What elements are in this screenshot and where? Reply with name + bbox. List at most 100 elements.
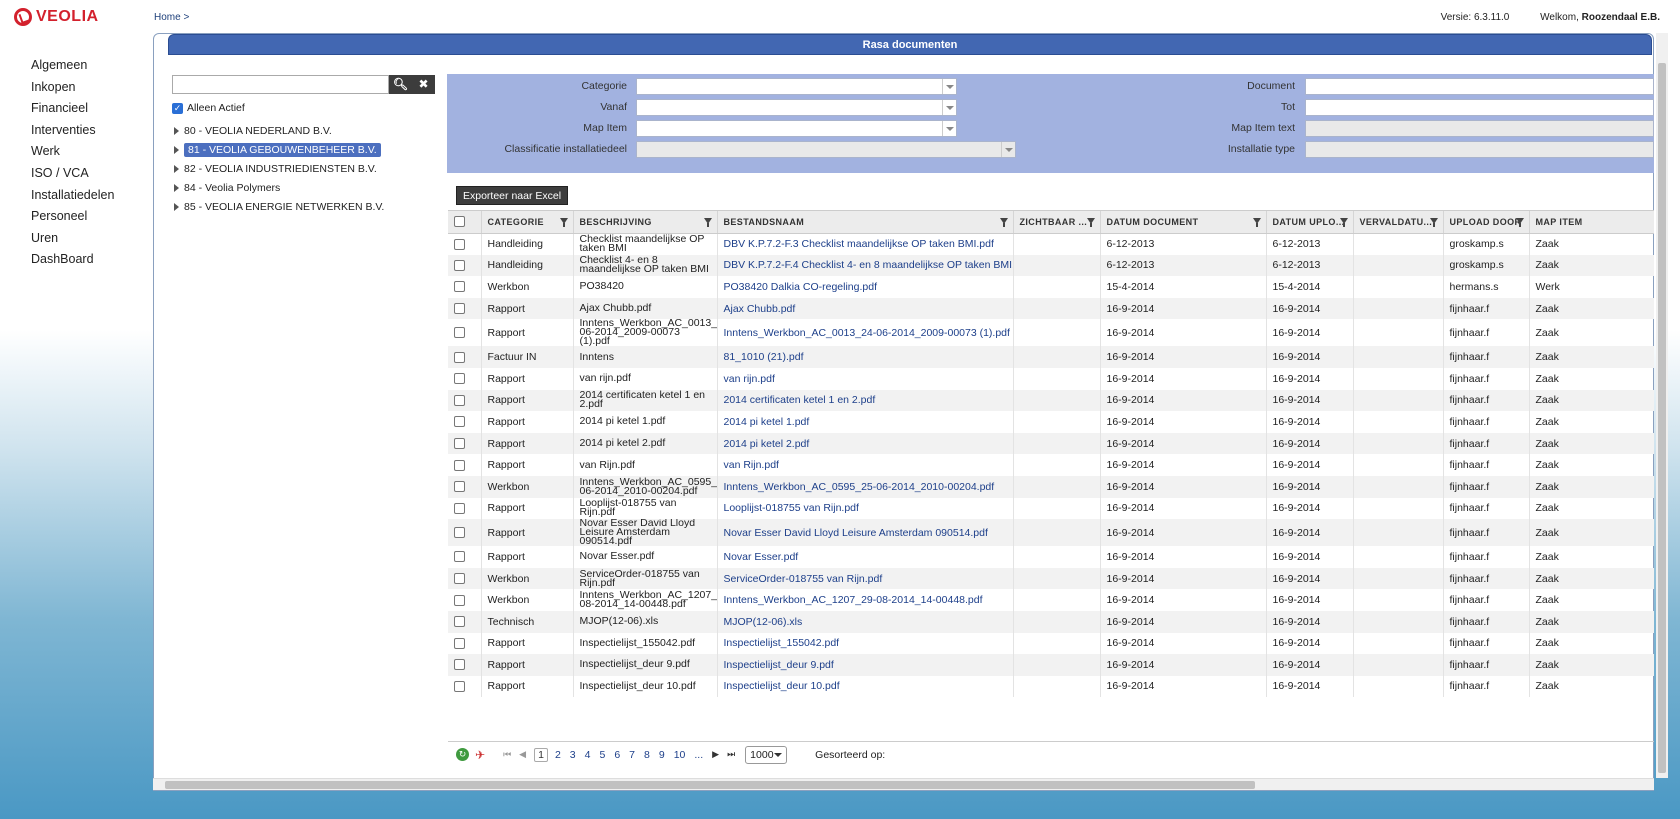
row-select-cell[interactable] [448,632,482,655]
row-checkbox[interactable] [454,416,465,428]
filter-icon[interactable] [559,218,568,227]
table-cell[interactable]: Ajax Chubb.pdf [717,297,1014,320]
row-checkbox[interactable] [454,438,465,450]
row-select-cell[interactable] [448,610,482,633]
chevron-down-icon[interactable] [942,79,956,94]
row-select-cell[interactable] [448,254,482,277]
row-checkbox[interactable] [454,616,465,628]
tree-item-label[interactable]: 80 - VEOLIA NEDERLAND B.V. [184,125,332,137]
horizontal-scrollbar[interactable] [153,778,1654,790]
table-row[interactable]: Werkbon ServiceOrder-018755 van Rijn.pdf S… [448,567,1654,590]
table-cell[interactable]: van rijn.pdf [717,367,1014,390]
col-header-vervaldatum[interactable]: VERVALDATU... [1353,211,1444,234]
filter-icon[interactable] [703,218,712,227]
table-cell[interactable]: DBV K.P.7.2-F.4 Checklist 4- en 8 maande… [717,254,1014,277]
page-link[interactable]: 8 [644,749,650,761]
table-cell[interactable]: Inspectielijst_155042.pdf [717,632,1014,655]
tree-item-label[interactable]: 82 - VEOLIA INDUSTRIEDIENSTEN B.V. [184,163,377,175]
row-select-cell[interactable] [448,297,482,320]
table-cell[interactable]: MJOP(12-06).xls [717,610,1014,633]
table-cell[interactable]: 2014 pi ketel 1.pdf [717,411,1014,433]
last-page-icon[interactable]: ⏭ [727,749,735,760]
row-checkbox[interactable] [454,459,465,471]
first-page-icon[interactable]: ⏮ [503,749,511,760]
tree-item[interactable]: 85 - VEOLIA ENERGIE NETWERKEN B.V. [174,197,384,216]
col-header-upload-door[interactable]: UPLOAD DOOR [1443,211,1530,234]
row-checkbox[interactable] [454,394,465,406]
tot-date-input[interactable] [1305,99,1654,116]
page-link[interactable]: 5 [599,749,605,761]
table-cell[interactable]: Inntens_Werkbon_AC_0595_25-06-2014_2010-… [717,475,1014,498]
col-header-datum-upload[interactable]: DATUM UPLO... [1266,211,1354,234]
table-row[interactable]: Werkbon Inntens_Werkbon_AC_1207_29-08-201… [448,589,1654,611]
nav-item-iso-vca[interactable]: ISO / VCA [31,163,114,185]
row-checkbox[interactable] [454,637,465,649]
scrollbar-thumb[interactable] [165,781,1255,789]
table-cell[interactable]: ServiceOrder-018755 van Rijn.pdf [717,567,1014,590]
row-select-cell[interactable] [448,276,482,298]
row-checkbox[interactable] [454,594,465,606]
nav-item-financieel[interactable]: Financieel [31,98,114,120]
page-link[interactable]: 10 [674,749,686,761]
expand-arrow-icon[interactable] [174,145,179,154]
select-all-checkbox[interactable] [454,216,465,228]
row-checkbox[interactable] [454,327,465,339]
tree-item[interactable]: 84 - Veolia Polymers [174,178,384,197]
document-input[interactable] [1305,78,1654,95]
row-checkbox[interactable] [454,573,465,585]
filter-icon[interactable] [1339,218,1348,227]
clear-filter-icon[interactable]: ✈ [475,748,485,762]
tree-item[interactable]: 82 - VEOLIA INDUSTRIEDIENSTEN B.V. [174,159,384,178]
nav-item-interventies[interactable]: Interventies [31,120,114,142]
row-checkbox[interactable] [454,373,465,385]
categorie-select[interactable] [636,78,957,95]
active-only-checkbox[interactable]: ✓ Alleen Actief [172,102,245,114]
table-cell[interactable]: Novar Esser.pdf [717,546,1014,568]
table-row[interactable]: Rapport Inspectielijst_155042.pdf Inspecti… [448,632,1654,655]
tree-item-label[interactable]: 84 - Veolia Polymers [184,182,280,194]
table-cell[interactable]: PO38420 Dalkia CO-regeling.pdf [717,276,1014,298]
table-row[interactable]: Rapport 2014 pi ketel 2.pdf 2014 pi ketel … [448,432,1654,455]
row-checkbox[interactable] [454,281,465,293]
table-row[interactable]: Rapport Looplijst-018755 van Rijn.pdf Loop… [448,497,1654,520]
table-cell[interactable]: 81_1010 (21).pdf [717,346,1014,368]
table-cell[interactable]: 2014 pi ketel 2.pdf [717,432,1014,455]
table-cell[interactable]: Inntens_Werkbon_AC_0013_24-06-2014_2009-… [717,319,1014,347]
nav-item-inkopen[interactable]: Inkopen [31,77,114,99]
nav-item-algemeen[interactable]: Algemeen [31,55,114,77]
tree-item-label[interactable]: 81 - VEOLIA GEBOUWENBEHEER B.V. [184,142,381,157]
col-header-map-item[interactable]: MAP ITEM [1529,211,1654,234]
row-select-cell[interactable] [448,367,482,390]
row-select-cell[interactable] [448,497,482,520]
row-select-cell[interactable] [448,389,482,412]
page-link[interactable]: 3 [570,749,576,761]
table-cell[interactable]: Looplijst-018755 van Rijn.pdf [717,497,1014,520]
page-link[interactable]: 4 [585,749,591,761]
row-select-cell[interactable] [448,675,482,698]
refresh-icon[interactable]: ↻ [456,748,469,761]
row-select-cell[interactable] [448,519,482,547]
nav-item-uren[interactable]: Uren [31,228,114,250]
close-icon[interactable]: ✖ [412,75,435,94]
row-select-cell[interactable] [448,346,482,368]
col-header-zichtbaar[interactable]: ZICHTBAAR ... [1013,211,1101,234]
row-select-cell[interactable] [448,654,482,676]
export-excel-button[interactable]: Exporteer naar Excel [456,186,569,205]
filter-icon[interactable] [999,218,1008,227]
row-checkbox[interactable] [454,659,465,671]
filter-icon[interactable] [1252,218,1261,227]
nav-item-dashboard[interactable]: DashBoard [31,249,114,271]
filter-icon[interactable] [1515,218,1524,227]
col-header-categorie[interactable]: CATEGORIE [481,211,574,234]
filter-icon[interactable] [1429,218,1438,227]
chevron-down-icon[interactable] [1001,142,1015,157]
search-icon[interactable]: 🔍︎ [389,75,412,94]
nav-item-werk[interactable]: Werk [31,141,114,163]
map-item-text-input[interactable] [1305,120,1654,137]
tree-item-selected[interactable]: 81 - VEOLIA GEBOUWENBEHEER B.V. [174,140,384,159]
table-row[interactable]: Rapport van rijn.pdf van rijn.pdf 16-9-2014… [448,367,1654,390]
expand-arrow-icon[interactable] [174,202,179,211]
col-header-beschrijving[interactable]: BESCHRIJVING [573,211,718,234]
row-checkbox[interactable] [454,680,465,692]
page-link[interactable]: 7 [629,749,635,761]
